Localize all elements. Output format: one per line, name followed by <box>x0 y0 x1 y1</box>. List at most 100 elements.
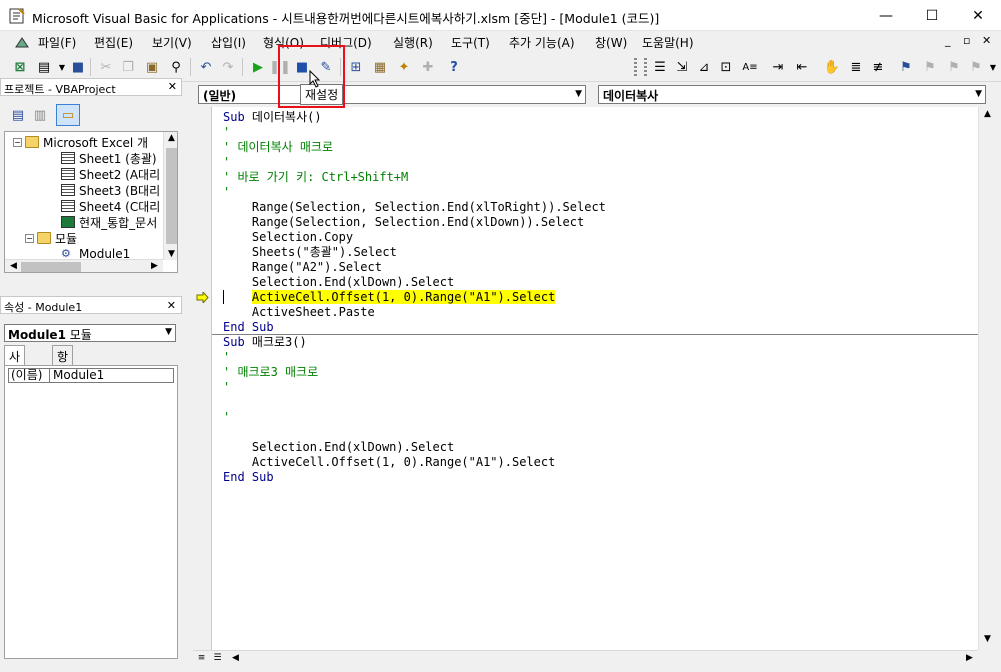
toggle-breakpoint-icon[interactable]: ✋ <box>822 57 842 77</box>
project-pane-close-button[interactable]: ✕ <box>168 80 177 93</box>
uncomment-block-icon[interactable]: ≢ <box>868 57 888 77</box>
toggle-folders-icon[interactable]: ▭ <box>56 104 80 126</box>
object-combo[interactable]: (일반) ▼ <box>198 85 586 104</box>
indent-icon[interactable]: ⇥ <box>768 57 788 77</box>
menu-run[interactable]: 실행(R) <box>393 34 433 51</box>
view-object-icon[interactable]: ▥ <box>30 105 50 125</box>
scroll-thumb[interactable] <box>21 262 81 272</box>
outdent-icon[interactable]: ⇤ <box>792 57 812 77</box>
complete-word-icon[interactable]: A≡ <box>740 57 760 77</box>
toolbar-grip[interactable] <box>634 58 637 76</box>
code-line[interactable]: Sub 데이터복사() <box>223 110 322 125</box>
menu-view[interactable]: 보기(V) <box>152 34 192 51</box>
code-line[interactable]: ' 바로 가기 키: Ctrl+Shift+M <box>223 170 408 185</box>
previous-bookmark-icon[interactable]: ⚑ <box>944 57 964 77</box>
code-line[interactable]: End Sub <box>223 470 274 485</box>
editor-vertical-scrollbar[interactable]: ▲ ▼ <box>978 107 995 650</box>
tree-item-sheet2[interactable]: Sheet2 (A대리 <box>61 166 160 182</box>
menu-addins[interactable]: 추가 기능(A) <box>509 34 575 51</box>
tab-categorized[interactable]: 항목별 <box>52 345 74 398</box>
code-line[interactable]: ' <box>223 185 230 200</box>
view-excel-icon[interactable]: ⊠ <box>10 57 30 77</box>
menu-window[interactable]: 창(W) <box>595 34 627 51</box>
tree-vertical-scrollbar[interactable]: ▲ ▼ <box>163 132 177 260</box>
help-icon[interactable]: ? <box>444 57 464 77</box>
paste-icon[interactable]: ▣ <box>142 57 162 77</box>
scroll-left-icon[interactable]: ◀ <box>227 653 244 663</box>
code-editor[interactable]: Sub 데이터복사() ' ' 데이터복사 매크로 ' ' 바로 가기 키: Ctrl+… <box>212 107 978 650</box>
insert-userform-icon[interactable]: ▤ <box>34 57 54 77</box>
undo-icon[interactable]: ↶ <box>196 57 216 77</box>
menu-edit[interactable]: 편집(E) <box>94 34 133 51</box>
project-explorer-icon[interactable]: ⊞ <box>346 57 366 77</box>
view-code-icon[interactable]: ▤ <box>8 105 28 125</box>
chevron-down-icon[interactable]: ▼ <box>975 89 982 99</box>
menu-help[interactable]: 도움말(H) <box>642 34 694 51</box>
scroll-track[interactable] <box>982 125 993 630</box>
code-line[interactable]: ' <box>223 350 230 365</box>
save-icon[interactable]: ■ <box>68 57 88 77</box>
object-browser-icon[interactable]: ✦ <box>394 57 414 77</box>
tree-horizontal-scrollbar[interactable]: ◀ ▶ <box>5 259 163 272</box>
code-line[interactable]: End Sub <box>223 320 274 335</box>
collapse-icon[interactable]: − <box>13 137 22 147</box>
mdi-close-button[interactable]: ✕ <box>982 34 991 47</box>
cut-icon[interactable]: ✂ <box>96 57 116 77</box>
chevron-down-icon[interactable]: ▼ <box>165 327 172 337</box>
code-line[interactable]: ' <box>223 380 230 395</box>
code-line[interactable]: Sheets("총괄").Select <box>223 245 397 260</box>
collapse-icon[interactable]: − <box>25 233 34 243</box>
parameter-info-icon[interactable]: ⊡ <box>716 57 736 77</box>
scroll-down-icon[interactable]: ▼ <box>163 249 177 259</box>
code-line[interactable]: ' <box>223 410 230 425</box>
toolbox-icon[interactable]: ✚ <box>418 57 438 77</box>
tree-folder-modules[interactable]: − 모듈 <box>25 230 77 246</box>
vba-menu-icon[interactable] <box>14 34 30 50</box>
list-constants-icon[interactable]: ⇲ <box>672 57 692 77</box>
close-button[interactable]: ✕ <box>955 0 1001 31</box>
code-line[interactable]: ActiveSheet.Paste <box>223 305 375 320</box>
code-line[interactable]: ActiveCell.Offset(1, 0).Range("A1").Sele… <box>223 455 555 470</box>
tab-alphabetic[interactable]: 사전순 <box>4 345 26 398</box>
code-line[interactable]: Selection.End(xlDown).Select <box>223 275 454 290</box>
find-icon[interactable]: ⚲ <box>166 57 186 77</box>
comment-block-icon[interactable]: ≣ <box>846 57 866 77</box>
scroll-thumb[interactable] <box>166 148 177 244</box>
quick-info-icon[interactable]: ⊿ <box>694 57 714 77</box>
chevron-down-icon[interactable]: ▼ <box>575 89 582 99</box>
menu-tools[interactable]: 도구(T) <box>451 34 490 51</box>
procedure-combo[interactable]: 데이터복사 ▼ <box>598 85 986 104</box>
clear-bookmarks-icon[interactable]: ⚑ <box>966 57 986 77</box>
code-line[interactable]: Range(Selection, Selection.End(xlToRight… <box>223 200 606 215</box>
code-line[interactable]: Range("A2").Select <box>223 260 382 275</box>
scroll-left-icon[interactable]: ◀ <box>5 261 22 271</box>
redo-icon[interactable]: ↷ <box>218 57 238 77</box>
full-module-view-icon[interactable]: ☰ <box>209 653 226 663</box>
code-line[interactable]: Range(Selection, Selection.End(xlDown)).… <box>223 215 584 230</box>
mdi-minimize-button[interactable]: _ <box>945 34 951 47</box>
code-line[interactable]: ' <box>223 155 230 170</box>
menu-file[interactable]: 파일(F) <box>38 34 76 51</box>
scroll-up-icon[interactable]: ▲ <box>163 133 177 143</box>
maximize-button[interactable]: ☐ <box>909 0 955 31</box>
minimize-button[interactable]: — <box>863 0 909 31</box>
code-line[interactable]: ActiveCell.Offset(1, 0).Range("A1").Sele… <box>223 290 556 305</box>
property-value[interactable]: Module1 <box>53 369 104 382</box>
tree-item-thisworkbook[interactable]: 현재_통합_문서 <box>61 214 157 230</box>
scroll-down-icon[interactable]: ▼ <box>979 634 996 644</box>
toolbar-grip[interactable] <box>644 58 647 76</box>
properties-pane-close-button[interactable]: ✕ <box>167 299 176 312</box>
list-properties-icon[interactable]: ☰ <box>650 57 670 77</box>
menu-insert[interactable]: 삽입(I) <box>211 34 246 51</box>
object-select[interactable]: Module1 모듈 ▼ <box>4 324 176 342</box>
next-bookmark-icon[interactable]: ⚑ <box>920 57 940 77</box>
tree-item-sheet3[interactable]: Sheet3 (B대리 <box>61 182 160 198</box>
indicator-margin[interactable] <box>193 107 212 650</box>
mdi-restore-button[interactable]: ▫ <box>963 34 970 47</box>
code-line[interactable]: Selection.End(xlDown).Select <box>223 440 454 455</box>
procedure-view-icon[interactable]: ≡ <box>193 653 210 663</box>
code-line[interactable]: Selection.Copy <box>223 230 353 245</box>
tree-folder-excel-objects[interactable]: − Microsoft Excel 개 <box>13 134 148 150</box>
tree-item-sheet1[interactable]: Sheet1 (총괄) <box>61 150 157 166</box>
toolbar-overflow-icon[interactable]: ▼ <box>987 57 999 77</box>
